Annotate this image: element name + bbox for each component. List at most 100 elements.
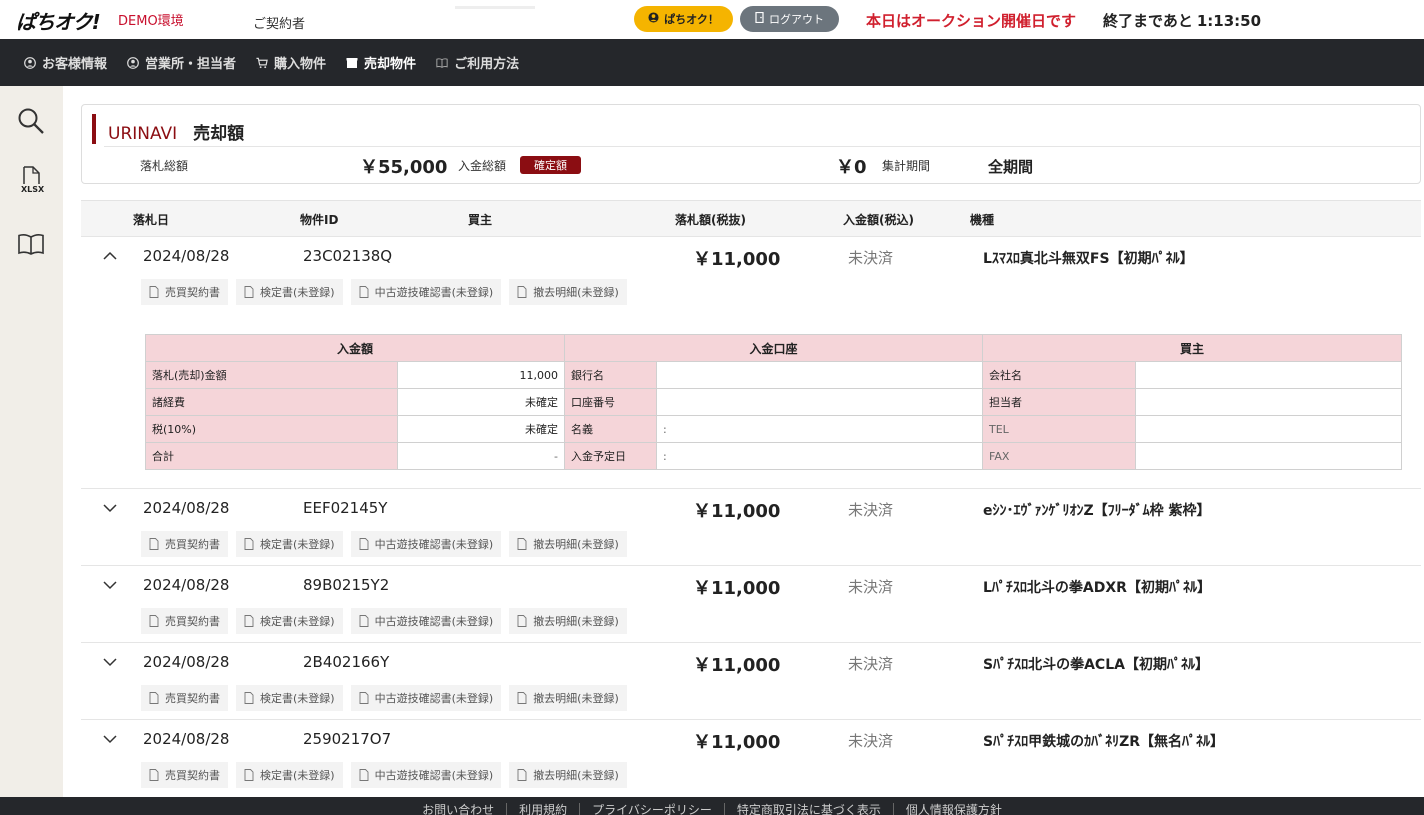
pdf-file-icon [517,692,527,704]
nav-offices-label: 営業所・担当者 [145,57,237,72]
used-device-cert-button[interactable]: 中古遊技確認書(未登録) [350,279,502,305]
row-amount: ￥11,000 [693,732,781,753]
search-icon[interactable] [16,106,46,136]
book-icon [436,57,448,69]
doc-label: 検定書(未登録) [260,769,335,782]
logo[interactable]: ぱちオク! [16,6,101,35]
divider [455,6,535,9]
footer: お問い合わせ 利用規約 プライバシーポリシー 特定商取引法に基づく表示 個人情報… [0,797,1424,815]
cart-icon [256,57,268,69]
inspection-cert-button[interactable]: 検定書(未登録) [236,531,343,557]
logout-button[interactable]: ログアウト [740,6,839,32]
pdf-file-icon [244,538,254,550]
row-item-id[interactable]: 89B0215Y2 [303,576,389,594]
row-date: 2024/08/28 [143,247,230,265]
sales-contract-button[interactable]: 売買契約書 [141,279,228,305]
inspection-cert-button[interactable]: 検定書(未登録) [236,279,343,305]
row-item-id[interactable]: 2B402166Y [303,653,389,671]
col-payment-amount[interactable]: 入金額(税込) [843,211,914,228]
period-value: 全期間 [988,158,1034,176]
chevron-up-icon[interactable] [101,247,119,265]
used-device-cert-button[interactable]: 中古遊技確認書(未登録) [350,762,502,788]
col-bid-date[interactable]: 落札日 [133,211,169,228]
pachioku-button-label: ぱちオク！ [664,13,719,26]
row-model: Lｽﾏｽﾛ真北斗無双FS【初期ﾊﾟﾈﾙ】 [983,251,1194,267]
sales-contract-button[interactable]: 売買契約書 [141,762,228,788]
detail-label: 会社名 [982,361,1136,389]
pdf-file-icon [149,615,159,627]
row-amount: ￥11,000 [693,501,781,522]
row-status: 未決済 [848,249,894,267]
remaining-label: 終了まであと [1103,12,1193,30]
col-buyer[interactable]: 買主 [468,211,492,228]
col-bid-amount[interactable]: 落札額(税抜) [675,211,746,228]
doc-label: 中古遊技確認書(未登録) [374,538,494,551]
payment-detail-table: 入金額 入金口座 買主 落札(売却)金額 11,000 銀行名 会社名 諸経費 … [145,334,1402,470]
divider [104,146,1420,147]
table-row: 2024/08/28 EEF02145Y ￥11,000 未決済 eｼﾝ･ｴｳﾞ… [81,488,1421,565]
chevron-down-icon[interactable] [101,576,119,594]
detail-header-buyer: 買主 [982,334,1402,362]
footer-link-commerce-law[interactable]: 特定商取引法に基づく表示 [725,803,894,815]
doc-label: 売買契約書 [165,769,220,782]
manual-book-icon[interactable] [16,229,46,259]
sales-contract-button[interactable]: 売買契約書 [141,531,228,557]
row-amount: ￥11,000 [693,249,781,270]
removal-details-button[interactable]: 撤去明細(未登録) [509,762,627,788]
detail-value: : [656,415,983,443]
inspection-cert-button[interactable]: 検定書(未登録) [236,762,343,788]
removal-details-button[interactable]: 撤去明細(未登録) [509,531,627,557]
used-device-cert-button[interactable]: 中古遊技確認書(未登録) [350,608,502,634]
nav-purchases[interactable]: 購入物件 [256,53,326,72]
pachioku-button[interactable]: ぱちオク！ [634,6,733,32]
removal-details-button[interactable]: 撤去明細(未登録) [509,608,627,634]
nav-guide[interactable]: ご利用方法 [436,53,519,72]
footer-link-privacy[interactable]: プライバシーポリシー [580,803,725,815]
detail-label: 銀行名 [564,361,657,389]
table-row: 2024/08/28 2B402166Y ￥11,000 未決済 Sﾊﾟﾁｽﾛ北… [81,642,1421,719]
row-item-id[interactable]: EEF02145Y [303,499,387,517]
remaining-time: 終了まであと 1:13:50 [1103,10,1261,31]
user-icon [648,12,659,26]
detail-header-account: 入金口座 [564,334,983,362]
chevron-down-icon[interactable] [101,653,119,671]
footer-link-terms[interactable]: 利用規約 [507,803,581,815]
pdf-file-icon [149,286,159,298]
detail-label: 名義 [564,415,657,443]
xlsx-export-icon[interactable]: XLSX [16,166,46,196]
pdf-file-icon [244,286,254,298]
nav-sales-label: 売却物件 [364,57,417,72]
pdf-file-icon [149,538,159,550]
chevron-down-icon[interactable] [101,730,119,748]
footer-link-personal-info[interactable]: 個人情報保護方針 [894,803,1014,815]
footer-link-contact[interactable]: お問い合わせ [410,803,508,815]
doc-label: 撤去明細(未登録) [533,769,619,782]
inspection-cert-button[interactable]: 検定書(未登録) [236,608,343,634]
sales-contract-button[interactable]: 売買契約書 [141,685,228,711]
used-device-cert-button[interactable]: 中古遊技確認書(未登録) [350,531,502,557]
inspection-cert-button[interactable]: 検定書(未登録) [236,685,343,711]
row-status: 未決済 [848,501,894,519]
detail-value [656,361,983,389]
detail-value [656,388,983,416]
col-model[interactable]: 機種 [970,211,994,228]
row-item-id[interactable]: 2590217O7 [303,730,391,748]
chevron-down-icon[interactable] [101,499,119,517]
col-item-id[interactable]: 物件ID [300,211,338,228]
removal-details-button[interactable]: 撤去明細(未登録) [509,279,627,305]
row-model: Sﾊﾟﾁｽﾛ北斗の拳ACLA【初期ﾊﾟﾈﾙ】 [983,657,1209,673]
sales-contract-button[interactable]: 売買契約書 [141,608,228,634]
doc-buttons: 売買契約書 検定書(未登録) 中古遊技確認書(未登録) 撤去明細(未登録) [141,531,627,557]
payment-total-label: 入金総額 [458,159,507,173]
doc-buttons: 売買契約書 検定書(未登録) 中古遊技確認書(未登録) 撤去明細(未登録) [141,608,627,634]
row-item-id[interactable]: 23C02138Q [303,247,392,265]
main-content: URINAVI 売却額 落札総額 ￥55,000 入金総額 確定額 ￥0 集計期間… [63,86,1424,797]
box-icon [346,57,358,69]
removal-details-button[interactable]: 撤去明細(未登録) [509,685,627,711]
nav-customer-info[interactable]: お客様情報 [24,53,107,72]
nav-offices[interactable]: 営業所・担当者 [127,53,236,72]
table-header: 落札日 物件ID 買主 落札額(税抜) 入金額(税込) 機種 [81,200,1421,236]
used-device-cert-button[interactable]: 中古遊技確認書(未登録) [350,685,502,711]
nav-sales[interactable]: 売却物件 [346,53,416,72]
summary-title-label: 売却額 [193,124,245,144]
